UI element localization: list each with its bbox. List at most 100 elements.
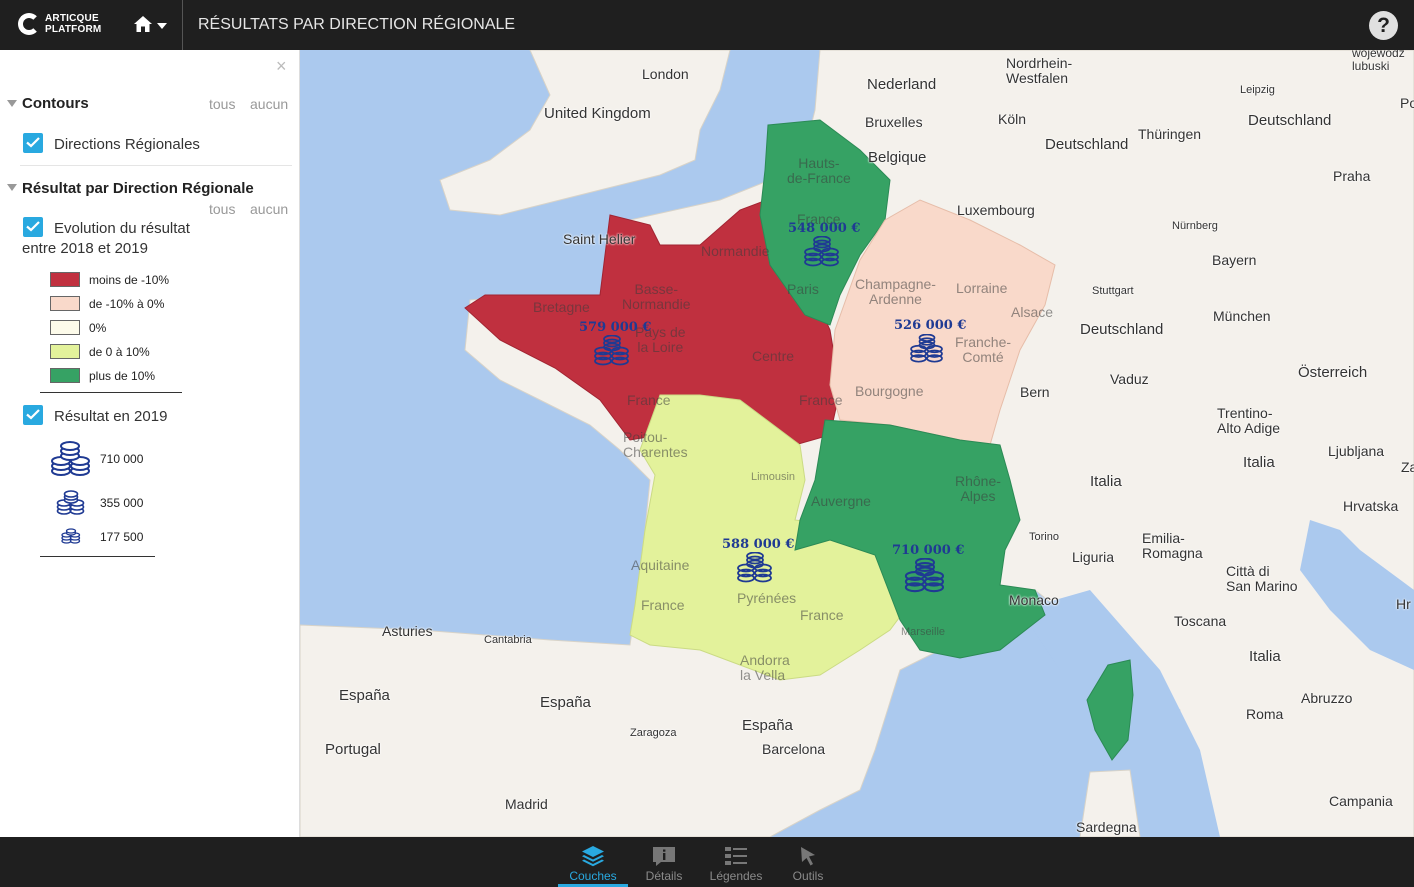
layer-label-resultat-2019[interactable]: Résultat en 2019 (54, 408, 167, 425)
coin-stack-icon (737, 552, 772, 583)
legend-swatch-pink (50, 296, 80, 311)
region-label: Alsace (1011, 304, 1054, 320)
region-value-label: 710 000 € (892, 543, 965, 558)
coin-stack-icon (910, 334, 943, 363)
group-separator (20, 165, 292, 166)
place-label: Madrid (505, 796, 548, 812)
checkmark-icon (26, 137, 40, 148)
region-label: Paris (787, 281, 819, 297)
region-label: Basse- Normandie (622, 281, 691, 312)
place-label: Nederland (867, 76, 937, 93)
group-title-contours[interactable]: Contours (22, 95, 89, 112)
checkmark-icon (26, 221, 40, 232)
place-label: Belgique (868, 149, 927, 166)
region-label: Poitou- Charentes (623, 429, 688, 460)
layer-checkbox-evolution[interactable] (23, 217, 43, 237)
region-label: Rhône- Alpes (955, 473, 1001, 504)
legend-underline (40, 392, 182, 393)
place-label: United Kingdom (544, 105, 651, 122)
tab-legendes[interactable]: Légendes (701, 837, 771, 887)
place-label: Italia (1249, 648, 1281, 665)
articque-logo[interactable]: ARTICQUE PLATFORM (18, 12, 104, 38)
place-label: Trentino- Alto Adige (1217, 405, 1281, 436)
pointer-icon (801, 847, 815, 866)
place-label: Leipzig (1240, 84, 1275, 96)
region-label: France (627, 392, 671, 408)
bottom-toolbar: Couches Détails Légendes Outils (0, 837, 1414, 887)
legend-swatch-green (50, 368, 80, 383)
logo-text-line2: PLATFORM (45, 24, 102, 35)
coin-stack-icon (804, 236, 839, 267)
place-label: Bruxelles (865, 114, 923, 130)
place-label: Italia (1243, 454, 1275, 471)
tab-label: Couches (569, 869, 617, 883)
place-label: Deutschland (1248, 112, 1332, 129)
group-title-resultat[interactable]: Résultat par Direction Régionale (22, 180, 254, 197)
region-label: Auvergne (811, 493, 871, 509)
legend-swatch-red (50, 272, 80, 287)
coin-stack-small-icon (61, 528, 81, 544)
layer-checkbox-directions[interactable] (23, 133, 43, 153)
region-label: Lorraine (956, 280, 1008, 296)
region-label: Bretagne (533, 299, 590, 315)
collapse-triangle-icon[interactable] (7, 100, 17, 107)
place-label: Monaco (1009, 592, 1059, 608)
place-label: Deutschland (1080, 321, 1164, 338)
place-label: Andorra la Vella (740, 652, 790, 683)
layer-label-directions[interactable]: Directions Régionales (54, 136, 200, 153)
place-label: Toscana (1174, 613, 1227, 629)
layer-checkbox-resultat-2019[interactable] (23, 405, 43, 425)
region-label: France (799, 392, 843, 408)
select-all-link[interactable]: tous (209, 201, 235, 217)
place-label: Torino (1029, 531, 1059, 543)
place-label: Emilia- Romagna (1142, 530, 1203, 561)
place-label: Barcelona (762, 741, 826, 757)
layers-icon (582, 846, 604, 867)
place-label: Portugal (325, 741, 381, 758)
legend-swatch-cream (50, 320, 80, 335)
region-label: Normandie (701, 243, 770, 259)
home-menu-button[interactable] (133, 14, 169, 36)
tab-couches[interactable]: Couches (558, 837, 628, 887)
place-label: Abruzzo (1301, 690, 1353, 706)
place-label: Vaduz (1110, 371, 1149, 387)
select-none-link[interactable]: aucun (250, 201, 288, 217)
place-label: España (339, 687, 390, 704)
place-label: Hrvatska (1343, 498, 1399, 514)
region-label: France (800, 607, 844, 623)
place-label: Nordrhein- Westfalen (1006, 55, 1073, 86)
legend-label: 0% (89, 321, 107, 335)
close-panel-button[interactable]: × (276, 56, 287, 77)
layer-label-evolution[interactable]: Evolution du résultat (54, 220, 190, 237)
top-bar: ARTICQUE PLATFORM RÉSULTATS PAR DIRECTIO… (0, 0, 1414, 50)
coin-legend-label: 355 000 (100, 496, 144, 510)
legend-label: de 0 à 10% (89, 345, 150, 359)
region-label: Pyrénées (737, 590, 797, 606)
layer-label-evolution-line2[interactable]: entre 2018 et 2019 (22, 240, 148, 257)
place-label: Nürnberg (1172, 220, 1218, 232)
legend-label: de -10% à 0% (89, 297, 165, 311)
map-canvas[interactable]: London United Kingdom Nederland Nordrhei… (300, 50, 1414, 837)
region-label: Champagne- Ardenne (855, 276, 936, 307)
place-label: Deutschland (1045, 136, 1129, 153)
region-value-label: 579 000 € (579, 320, 652, 335)
tab-label: Légendes (709, 869, 763, 883)
articque-logo-mark (18, 13, 40, 35)
place-label: Città di San Marino (1226, 563, 1298, 594)
tab-outils[interactable]: Outils (773, 837, 843, 887)
place-label: München (1213, 308, 1271, 324)
tab-details[interactable]: Détails (629, 837, 699, 887)
legend-list-icon (725, 847, 747, 865)
help-button[interactable]: ? (1369, 11, 1398, 40)
coin-stack-icon (594, 335, 629, 366)
legend-swatch-lime (50, 344, 80, 359)
select-none-link[interactable]: aucun (250, 96, 288, 112)
collapse-triangle-icon[interactable] (7, 184, 17, 191)
place-label: Österreich (1298, 364, 1368, 381)
place-label: Saint Helier (563, 231, 636, 247)
coin-stack-large-icon (51, 441, 90, 476)
region-label: Marseille (901, 626, 946, 638)
select-all-link[interactable]: tous (209, 96, 235, 112)
place-label: Cantabria (484, 634, 532, 646)
place-label: London (642, 66, 689, 82)
